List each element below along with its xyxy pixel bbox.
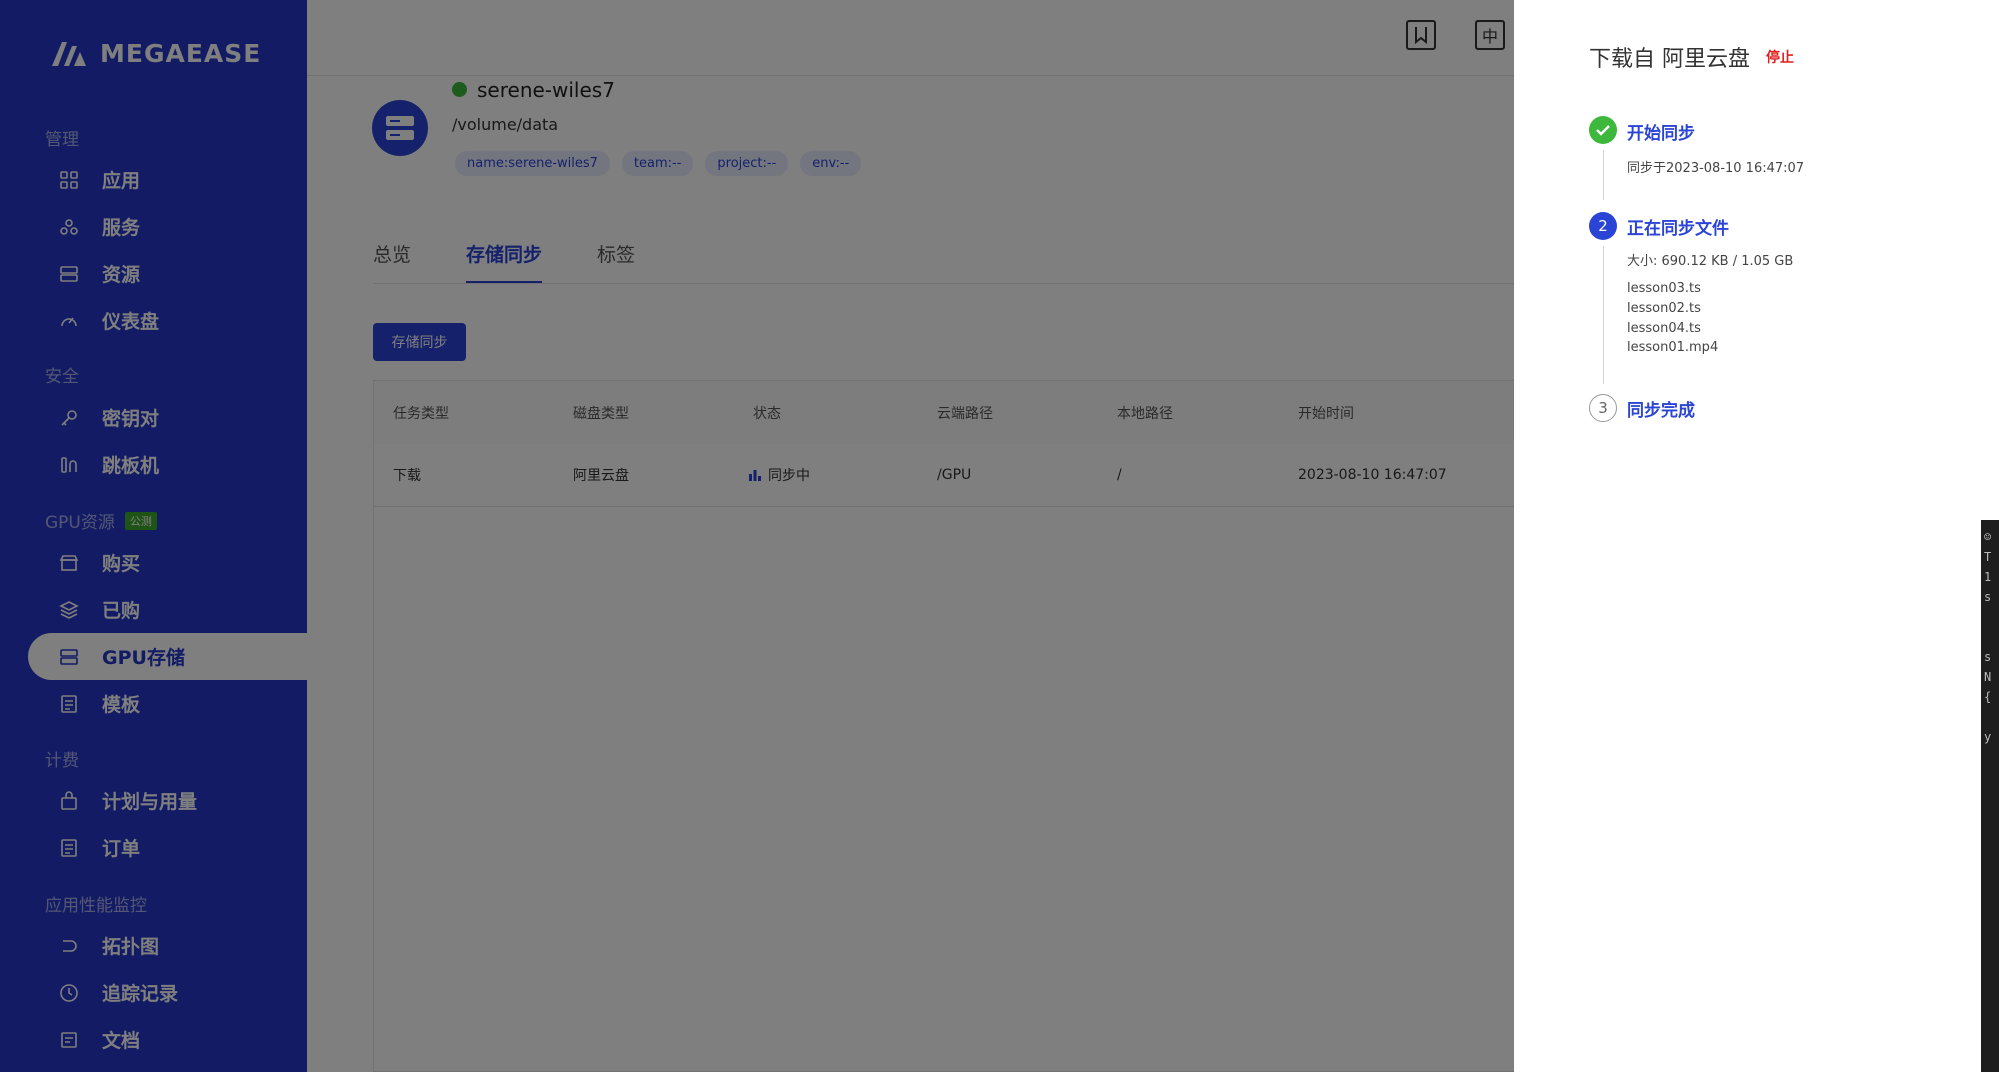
- strip-char: ☺: [1984, 530, 1992, 544]
- file-item: lesson02.ts: [1627, 301, 1701, 316]
- step-connector: [1603, 150, 1604, 200]
- strip-char: s: [1984, 650, 1992, 664]
- modal-overlay[interactable]: [0, 0, 1514, 1072]
- step-number-badge: 3: [1589, 394, 1617, 422]
- stop-sync-button[interactable]: 停止: [1766, 47, 1794, 67]
- strip-char: T: [1984, 550, 1992, 564]
- drawer-title: 下载自 阿里云盘: [1589, 47, 1750, 72]
- strip-char: s: [1984, 590, 1992, 604]
- side-panel-strip: ☺ T 1 s s N { y: [1981, 520, 1999, 1072]
- step-number-badge: 2: [1589, 212, 1617, 240]
- file-item: lesson03.ts: [1627, 281, 1701, 296]
- strip-char: y: [1984, 730, 1992, 744]
- step-title: 开始同步: [1627, 124, 1695, 144]
- sync-detail-drawer: 下载自 阿里云盘 停止 开始同步 同步于2023-08-10 16:47:07 …: [1514, 0, 1981, 1072]
- file-item: lesson04.ts: [1627, 321, 1701, 336]
- step-done-icon: [1589, 116, 1617, 144]
- step-description: 同步于2023-08-10 16:47:07: [1627, 161, 1805, 176]
- strip-char: N: [1984, 670, 1992, 684]
- step-title: 同步完成: [1627, 401, 1695, 421]
- file-item: lesson01.mp4: [1627, 340, 1719, 355]
- strip-char: 1: [1984, 570, 1992, 584]
- strip-char: {: [1984, 690, 1992, 704]
- step-title: 正在同步文件: [1627, 219, 1729, 239]
- step-connector: [1603, 246, 1604, 384]
- step-description: 大小: 690.12 KB / 1.05 GB: [1627, 254, 1794, 269]
